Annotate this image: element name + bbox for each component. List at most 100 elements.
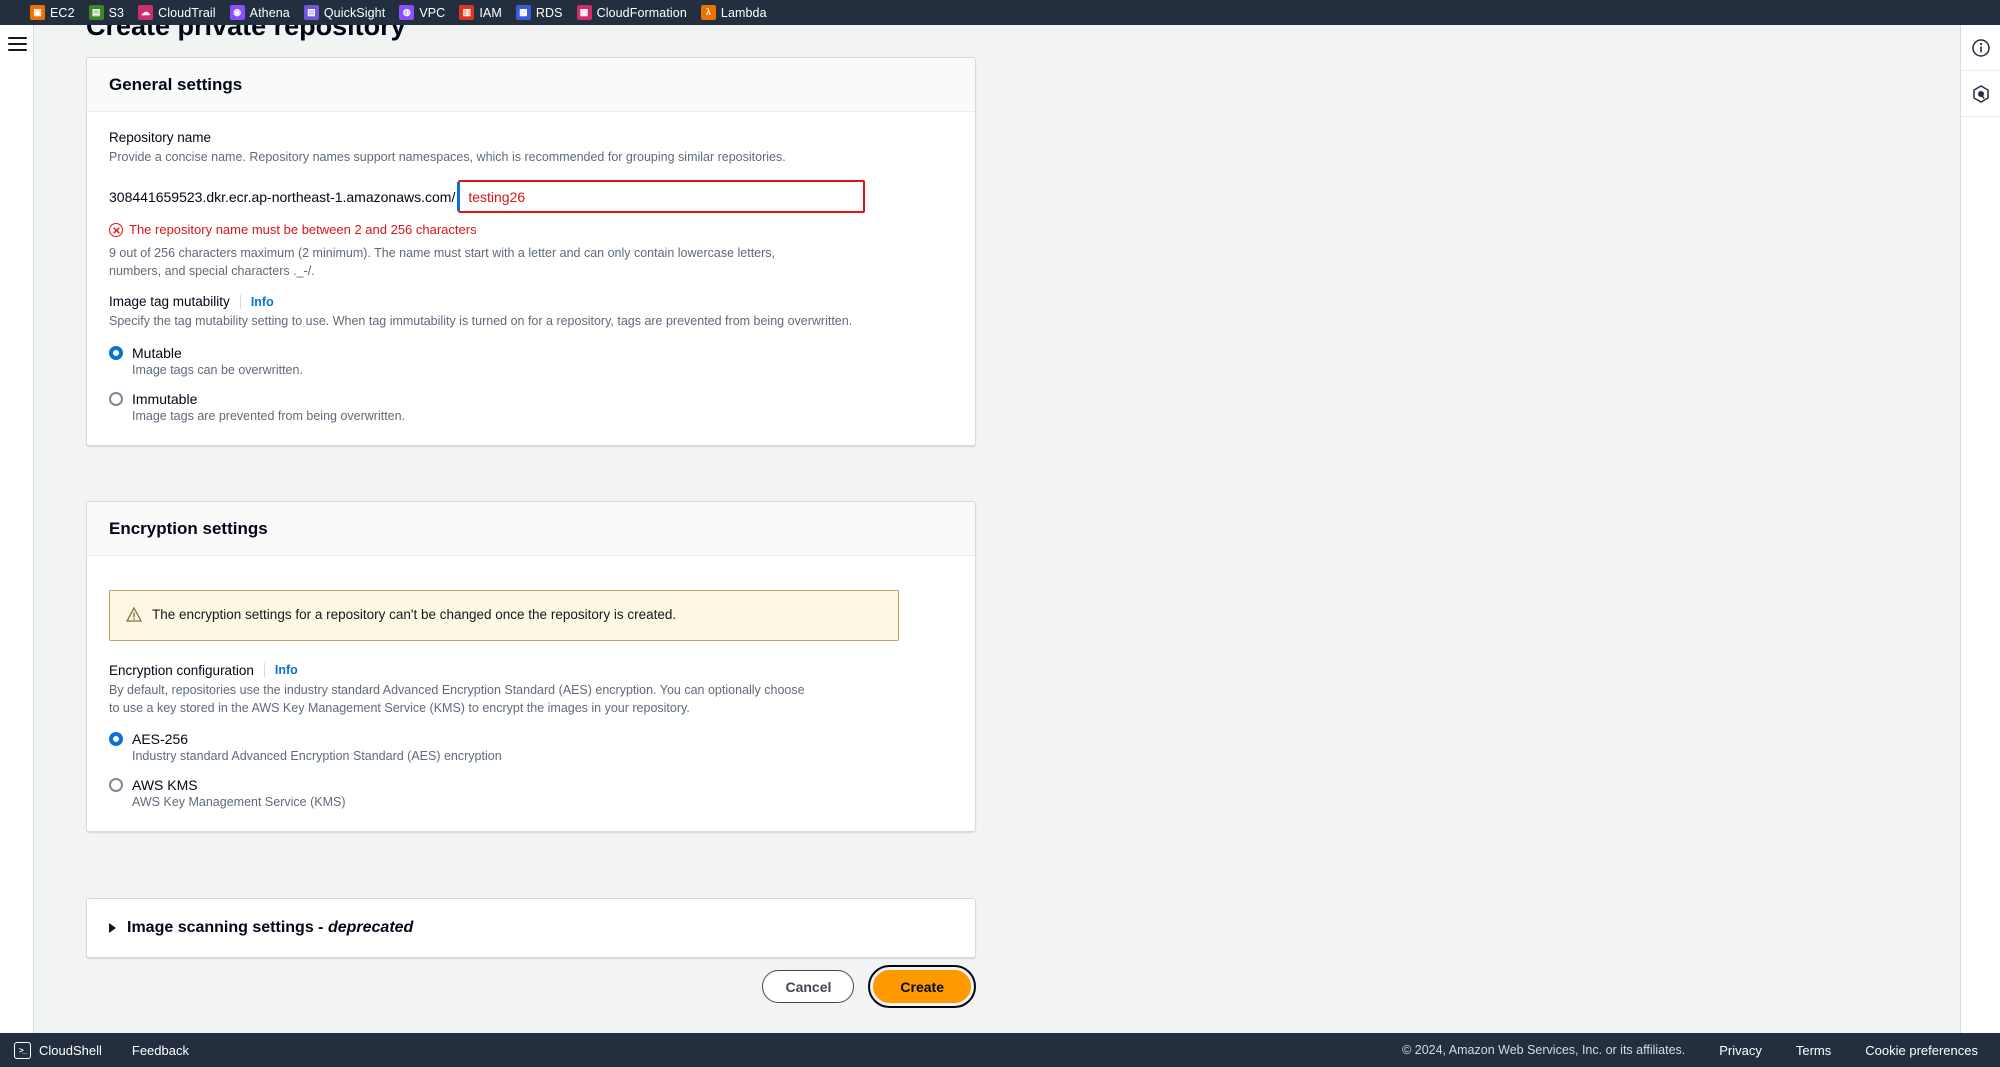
privacy-link[interactable]: Privacy [1719, 1043, 1762, 1058]
quicksight-icon: ▨ [303, 5, 319, 20]
encryption-warning-alert: The encryption settings for a repository… [109, 590, 899, 641]
label-divider [239, 294, 241, 309]
repository-name-input[interactable]: testing26 [457, 180, 866, 214]
page-title: Create private repository [86, 25, 406, 41]
left-navigation-rail [0, 25, 34, 1067]
radio-mutable-button[interactable] [109, 345, 123, 360]
repository-name-value: testing26 [468, 188, 526, 205]
radio-aws-kms-description: AWS Key Management Service (KMS) [132, 795, 346, 810]
warning-triangle-icon [126, 607, 142, 622]
service-nav-bar: ▣ EC2 ▤ S3 ☁ CloudTrail ◉ Athena ▨ QuickSight ◍ VPC… [0, 0, 2000, 25]
repository-name-row: 308441659523.dkr.ecr.ap-northeast-1.amaz… [109, 180, 953, 214]
service-label: CloudTrail [158, 5, 216, 20]
create-button[interactable]: Create [873, 970, 971, 1003]
mutability-info-link[interactable]: Info [251, 295, 274, 309]
image-scanning-expand-header[interactable]: Image scanning settings - deprecated [87, 899, 975, 957]
ec2-icon: ▣ [30, 5, 45, 20]
create-button-focus-ring: Create [868, 965, 976, 1008]
info-circle-icon [1972, 38, 1990, 57]
radio-aws-kms-label: AWS KMS [132, 777, 198, 794]
repository-name-label: Repository name [109, 130, 212, 145]
cookie-preferences-link[interactable]: Cookie preferences [1865, 1043, 1978, 1058]
feedback-link[interactable]: Feedback [132, 1043, 189, 1058]
mutability-radio-group: Mutable Image tags can be overwritten. I… [109, 345, 953, 423]
s3-icon: ▤ [88, 5, 104, 20]
general-settings-card: General settings Repository name Provide… [86, 57, 976, 446]
service-label: CloudFormation [596, 5, 687, 20]
radio-immutable-button[interactable] [109, 391, 123, 406]
vpc-icon: ◍ [399, 5, 415, 20]
service-link-cloudtrail[interactable]: ☁ CloudTrail [136, 0, 218, 25]
general-settings-title: General settings [109, 75, 243, 94]
cloudformation-icon: ▦ [576, 5, 592, 20]
service-label: EC2 [50, 5, 75, 20]
radio-aes256-button[interactable] [109, 732, 123, 747]
radio-option-aes256[interactable]: AES-256 Industry standard Advanced Encry… [109, 731, 953, 763]
athena-icon: ◉ [229, 5, 245, 20]
cloudshell-label: CloudShell [39, 1042, 102, 1058]
label-divider [263, 663, 265, 678]
encryption-settings-body: The encryption settings for a repository… [87, 556, 975, 831]
service-link-vpc[interactable]: ◍ VPC [397, 0, 447, 25]
service-link-cloudformation[interactable]: ▦ CloudFormation [575, 0, 689, 25]
service-label: Athena [249, 5, 290, 20]
radio-aes256-label: AES-256 [132, 731, 189, 748]
image-tag-mutability-description: Specify the tag mutability setting to us… [109, 314, 853, 329]
hexagon-q-icon [1973, 84, 1989, 103]
image-scanning-settings-card[interactable]: Image scanning settings - deprecated [86, 898, 976, 958]
radio-option-aws-kms[interactable]: AWS KMS AWS Key Management Service (KMS) [109, 777, 953, 809]
iam-icon: ▥ [459, 5, 475, 20]
repository-name-constraint: 9 out of 256 characters maximum (2 minim… [109, 246, 776, 279]
service-label: QuickSight [323, 5, 386, 20]
main-content: Create private repository General settin… [34, 25, 1960, 1008]
copyright-text: © 2024, Amazon Web Services, Inc. or its… [1402, 1043, 1686, 1057]
error-circle-icon [109, 223, 123, 238]
radio-option-mutable[interactable]: Mutable Image tags can be overwritten. [109, 345, 953, 377]
service-label: RDS [535, 5, 563, 20]
encryption-settings-title: Encryption settings [109, 519, 268, 538]
service-link-rds[interactable]: ▩ RDS [514, 0, 565, 25]
cloudshell-button[interactable]: >_ CloudShell [14, 1041, 102, 1059]
radio-mutable-label: Mutable [132, 344, 182, 361]
encryption-settings-card: Encryption settings The encryption setti… [86, 501, 976, 833]
radio-immutable-description: Image tags are prevented from being over… [132, 408, 406, 423]
general-settings-body: Repository name Provide a concise name. … [87, 112, 975, 445]
service-link-iam[interactable]: ▥ IAM [457, 0, 504, 25]
service-link-quicksight[interactable]: ▨ QuickSight [302, 0, 387, 25]
encryption-configuration-description: By default, repositories use the industr… [109, 682, 805, 716]
cloudtrail-icon: ☁ [138, 5, 154, 20]
service-label: IAM [479, 5, 502, 20]
encryption-settings-header: Encryption settings [87, 502, 975, 556]
radio-option-immutable[interactable]: Immutable Image tags are prevented from … [109, 391, 953, 423]
encryption-configuration-label: Encryption configuration Info [109, 662, 298, 678]
registry-prefix: 308441659523.dkr.ecr.ap-northeast-1.amaz… [109, 188, 456, 205]
info-panel-icon[interactable] [1961, 25, 2000, 71]
service-link-ec2[interactable]: ▣ EC2 [28, 0, 77, 25]
image-scanning-title: Image scanning settings - deprecated [127, 919, 414, 936]
image-tag-mutability-label: Image tag mutability Info [109, 294, 274, 310]
repository-name-error: The repository name must be between 2 an… [109, 222, 953, 238]
chevron-right-icon [109, 923, 116, 933]
rds-icon: ▩ [515, 5, 531, 20]
encryption-info-link[interactable]: Info [275, 663, 298, 677]
service-label: S3 [108, 5, 125, 20]
general-settings-header: General settings [87, 58, 975, 112]
service-label: VPC [419, 5, 446, 20]
radio-aws-kms-button[interactable] [109, 778, 123, 793]
service-link-lambda[interactable]: λ Lambda [699, 0, 769, 25]
aws-q-assistant-icon[interactable] [1961, 71, 2000, 117]
form-actions: Cancel Create [86, 965, 976, 1008]
menu-hamburger-icon[interactable] [8, 37, 27, 51]
terms-link[interactable]: Terms [1796, 1043, 1831, 1058]
right-utility-rail [1960, 25, 2000, 1067]
encryption-warning-text: The encryption settings for a repository… [152, 607, 677, 622]
cloudshell-terminal-icon: >_ [14, 1041, 31, 1059]
service-link-s3[interactable]: ▤ S3 [87, 0, 127, 25]
repository-name-description: Provide a concise name. Repository names… [109, 150, 786, 164]
repository-name-error-text: The repository name must be between 2 an… [129, 222, 477, 238]
service-link-athena[interactable]: ◉ Athena [228, 0, 292, 25]
radio-aes256-description: Industry standard Advanced Encryption St… [132, 749, 502, 764]
encryption-radio-group: AES-256 Industry standard Advanced Encry… [109, 731, 953, 809]
cancel-button[interactable]: Cancel [762, 970, 855, 1003]
service-label: Lambda [720, 5, 767, 20]
